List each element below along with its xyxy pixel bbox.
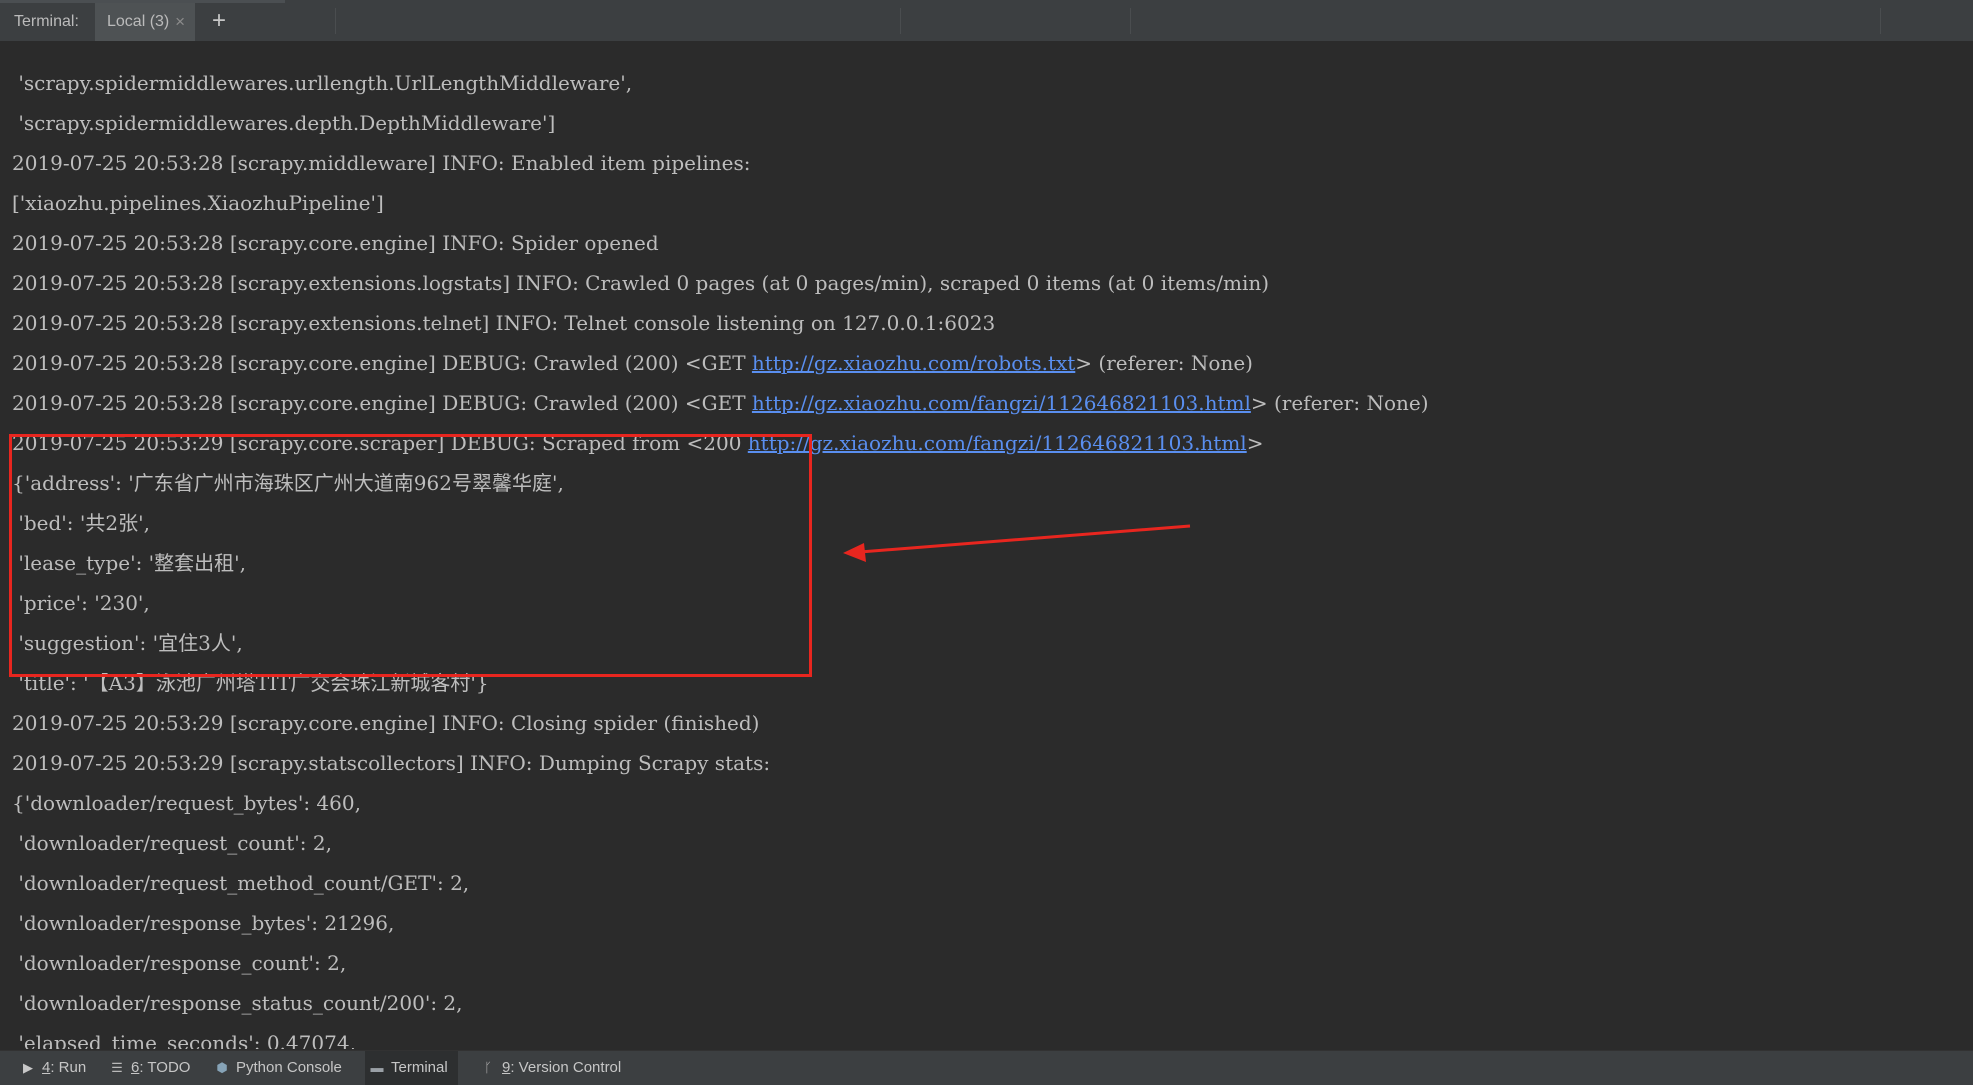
highlight-box: [9, 434, 812, 677]
terminal-line: 2019-07-25 20:53:28 [scrapy.extensions.l…: [12, 263, 1269, 303]
terminal-text: 2019-07-25 20:53:28 [scrapy.extensions.t…: [12, 311, 996, 335]
terminal-line: 2019-07-25 20:53:29 [scrapy.statscollect…: [12, 743, 770, 783]
terminal-line: 'scrapy.spidermiddlewares.depth.DepthMid…: [12, 103, 555, 143]
terminal-text: > (referer: None): [1250, 391, 1429, 415]
terminal-line: 'elapsed_time_seconds': 0.47074,: [12, 1023, 356, 1049]
terminal-tab-bar: Terminal: Local (3) × +: [0, 0, 1973, 42]
url-link[interactable]: http://gz.xiaozhu.com/fangzi/11264682110…: [752, 391, 1251, 415]
todo-list-icon: ☰: [111, 1060, 123, 1075]
terminal-text: 'downloader/response_status_count/200': …: [12, 991, 463, 1015]
terminal-text: 2019-07-25 20:53:29 [scrapy.statscollect…: [12, 751, 771, 775]
terminal-text: 2019-07-25 20:53:28 [scrapy.extensions.l…: [12, 271, 1270, 295]
terminal-tab[interactable]: ▬ Terminal: [365, 1051, 458, 1085]
terminal-line: 'downloader/request_count': 2,: [12, 823, 332, 863]
terminal-text: 2019-07-25 20:53:28 [scrapy.core.engine]…: [12, 391, 752, 415]
divider: [1880, 8, 1881, 34]
terminal-line: 'downloader/request_method_count/GET': 2…: [12, 863, 469, 903]
terminal-line: 'scrapy.spidermiddlewares.urllength.UrlL…: [12, 63, 632, 103]
terminal-icon: ▬: [370, 1060, 384, 1075]
divider: [900, 8, 901, 34]
terminal-line: 'downloader/response_status_count/200': …: [12, 983, 463, 1023]
tab-local-3[interactable]: Local (3) ×: [95, 3, 195, 41]
python-console-tab[interactable]: ⬢ Python Console: [210, 1051, 342, 1085]
terminal-line: 2019-07-25 20:53:28 [scrapy.middleware] …: [12, 143, 751, 183]
divider: [335, 8, 336, 34]
tool-window-title: Terminal:: [14, 13, 79, 30]
terminal-text: {'downloader/request_bytes': 460,: [12, 791, 361, 815]
terminal-text: 'downloader/response_count': 2,: [12, 951, 347, 975]
terminal-text: 'elapsed_time_seconds': 0.47074,: [12, 1031, 356, 1049]
terminal-line: 2019-07-25 20:53:28 [scrapy.core.engine]…: [12, 223, 659, 263]
terminal-line: 'downloader/response_count': 2,: [12, 943, 346, 983]
terminal-line: ['xiaozhu.pipelines.XiaozhuPipeline']: [12, 183, 384, 223]
run-tab[interactable]: ▶ 4: Run: [16, 1051, 86, 1085]
run-triangle-icon: ▶: [23, 1060, 33, 1075]
add-tab-icon[interactable]: +: [206, 3, 232, 41]
branch-icon: ᚴ: [484, 1060, 492, 1075]
tab-label: Local (3): [107, 13, 170, 30]
tool-window-bar: ▶ 4: Run ☰ 6: TODO ⬢ Python Console ▬ Termin…: [0, 1050, 1973, 1085]
terminal-text: ['xiaozhu.pipelines.XiaozhuPipeline']: [12, 191, 384, 215]
terminal-text: 'scrapy.spidermiddlewares.urllength.UrlL…: [12, 71, 633, 95]
url-link[interactable]: http://gz.xiaozhu.com/robots.txt: [752, 351, 1075, 375]
terminal-text: > (referer: None): [1075, 351, 1253, 375]
terminal-line: 2019-07-25 20:53:28 [scrapy.core.engine]…: [12, 343, 1253, 383]
terminal-text: 'downloader/request_method_count/GET': 2…: [12, 871, 470, 895]
version-control-tab[interactable]: ᚴ 9: Version Control: [476, 1051, 621, 1085]
terminal-text: 2019-07-25 20:53:28 [scrapy.middleware] …: [12, 151, 751, 175]
terminal-text: 'downloader/response_bytes': 21296,: [12, 911, 395, 935]
terminal-line: 2019-07-25 20:53:29 [scrapy.core.engine]…: [12, 703, 759, 743]
terminal-text: 'scrapy.spidermiddlewares.depth.DepthMid…: [12, 111, 556, 135]
terminal-text: 2019-07-25 20:53:28 [scrapy.core.engine]…: [12, 231, 659, 255]
close-icon[interactable]: ×: [175, 3, 185, 41]
divider: [1130, 8, 1131, 34]
terminal-line: 'downloader/response_bytes': 21296,: [12, 903, 394, 943]
todo-tab[interactable]: ☰ 6: TODO: [105, 1051, 190, 1085]
terminal-text: 2019-07-25 20:53:29 [scrapy.core.engine]…: [12, 711, 760, 735]
terminal-line: {'downloader/request_bytes': 460,: [12, 783, 361, 823]
terminal-line: 2019-07-25 20:53:28 [scrapy.extensions.t…: [12, 303, 995, 343]
terminal-text: >: [1246, 431, 1264, 455]
python-icon: ⬢: [216, 1060, 228, 1075]
url-link[interactable]: http://gz.xiaozhu.com/fangzi/11264682110…: [748, 431, 1247, 455]
terminal-text: 'downloader/request_count': 2,: [12, 831, 332, 855]
terminal-line: 2019-07-25 20:53:28 [scrapy.core.engine]…: [12, 383, 1429, 423]
terminal-text: 2019-07-25 20:53:28 [scrapy.core.engine]…: [12, 351, 752, 375]
